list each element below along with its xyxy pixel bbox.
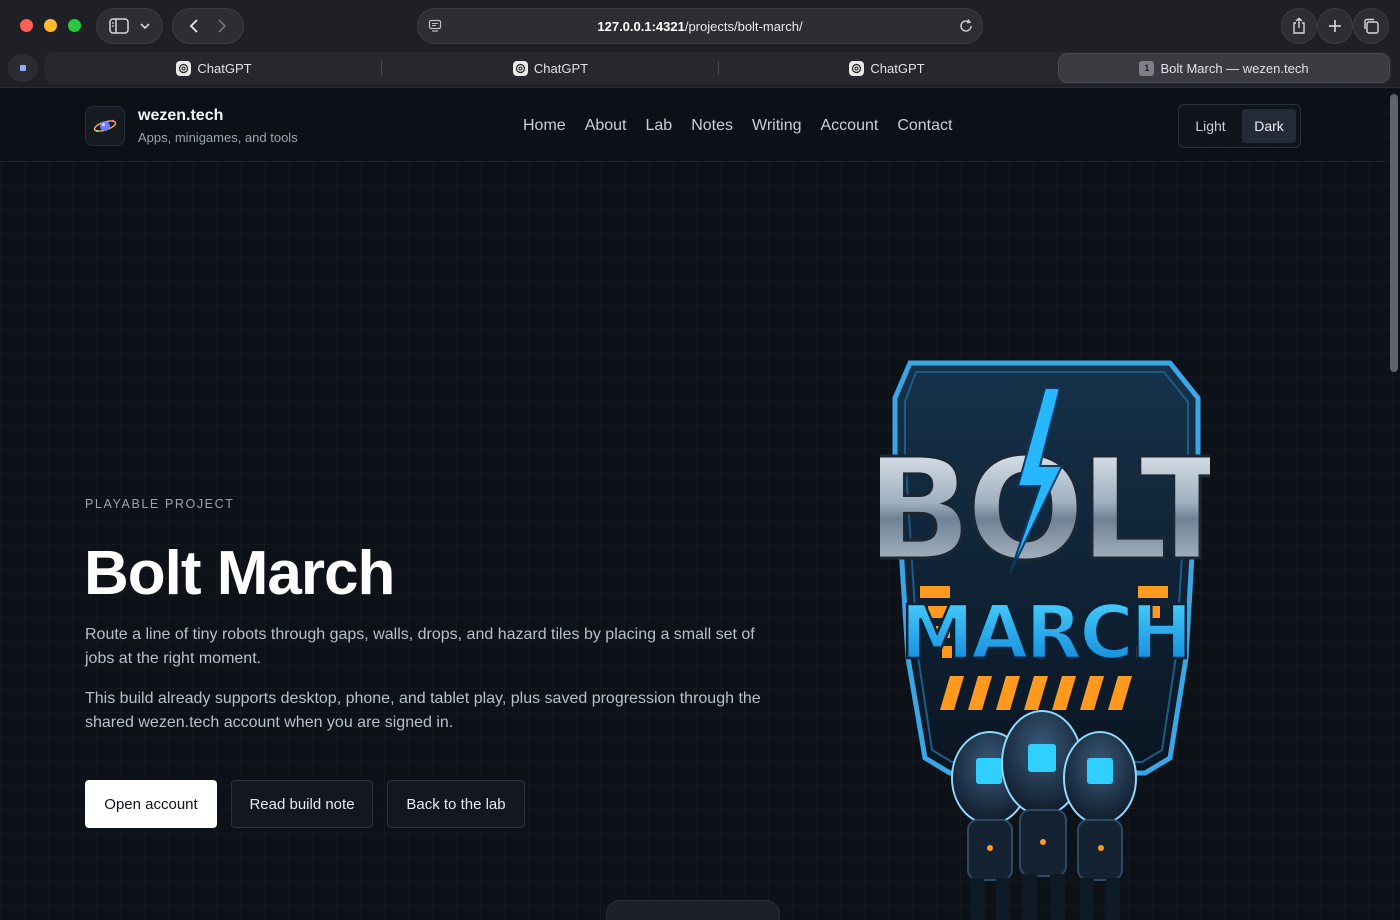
nav-account[interactable]: Account bbox=[821, 117, 879, 135]
page-viewport: wezen.tech Apps, minigames, and tools Ho… bbox=[0, 88, 1400, 920]
nav-contact[interactable]: Contact bbox=[897, 117, 952, 135]
chatgpt-icon bbox=[176, 60, 192, 76]
tab-label: ChatGPT bbox=[533, 60, 589, 76]
share-icon bbox=[1293, 17, 1305, 34]
window-controls bbox=[20, 19, 81, 32]
open-account-button[interactable]: Open account bbox=[85, 780, 217, 828]
brand-tagline: Apps, minigames, and tools bbox=[138, 130, 298, 145]
nav-writing[interactable]: Writing bbox=[752, 117, 802, 135]
new-tab-button[interactable] bbox=[1317, 8, 1353, 44]
tab-label: ChatGPT bbox=[197, 60, 252, 76]
minimize-window-button[interactable] bbox=[44, 19, 57, 32]
pinned-tab[interactable] bbox=[8, 54, 38, 82]
chatgpt-icon bbox=[512, 60, 528, 76]
tab-chatgpt-3[interactable]: ChatGPT bbox=[719, 52, 1055, 84]
nav-lab[interactable]: Lab bbox=[646, 117, 673, 135]
bolt-march-key-art: BOLT MARCH bbox=[880, 360, 1210, 920]
logo-bolt-text: BOLT bbox=[880, 429, 1210, 592]
tab-chatgpt-1[interactable]: ChatGPT bbox=[46, 52, 382, 84]
browser-chrome: 127.0.0.1:4321/projects/bolt-march/ Chat… bbox=[0, 0, 1400, 88]
tab-label: Bolt March — wezen.tech bbox=[1160, 60, 1309, 76]
url-text: 127.0.0.1:4321/projects/bolt-march/ bbox=[418, 19, 982, 34]
hero-title: Bolt March bbox=[84, 539, 395, 608]
tab-chatgpt-2[interactable]: ChatGPT bbox=[382, 52, 719, 84]
brand-logo[interactable] bbox=[85, 106, 125, 146]
tab-overview-icon bbox=[1364, 18, 1379, 34]
theme-toggle: Light Dark bbox=[1178, 104, 1301, 148]
read-build-note-button[interactable]: Read build note bbox=[231, 780, 373, 828]
close-window-button[interactable] bbox=[20, 19, 33, 32]
theme-dark-button[interactable]: Dark bbox=[1241, 109, 1296, 143]
chevron-down-icon[interactable] bbox=[140, 22, 150, 30]
robot-right bbox=[1063, 731, 1137, 920]
forward-icon[interactable] bbox=[216, 18, 228, 34]
logo-march-text: MARCH bbox=[900, 590, 1189, 676]
history-nav-group bbox=[172, 8, 244, 44]
nav-home[interactable]: Home bbox=[523, 117, 566, 135]
hero-description: Route a line of tiny robots through gaps… bbox=[85, 626, 755, 667]
hero-build-info: This build already supports desktop, pho… bbox=[85, 690, 761, 731]
back-to-lab-button[interactable]: Back to the lab bbox=[387, 780, 525, 828]
url-path: /projects/bolt-march/ bbox=[684, 18, 803, 34]
chatgpt-icon bbox=[849, 60, 865, 76]
main-nav: Home About Lab Notes Writing Account Con… bbox=[523, 117, 971, 135]
share-button[interactable] bbox=[1281, 8, 1317, 44]
sidebar-icon[interactable] bbox=[108, 18, 129, 34]
back-icon[interactable] bbox=[188, 18, 200, 34]
theme-light-button[interactable]: Light bbox=[1183, 109, 1238, 143]
planet-logo-icon bbox=[93, 119, 117, 132]
reload-icon[interactable] bbox=[958, 18, 974, 34]
tab-overview-button[interactable] bbox=[1353, 8, 1389, 44]
plus-icon bbox=[1329, 20, 1341, 32]
robot-center bbox=[1001, 710, 1083, 920]
brand-name[interactable]: wezen.tech bbox=[138, 107, 223, 125]
hero-eyebrow: PLAYABLE PROJECT bbox=[85, 497, 235, 511]
tab-bolt-march[interactable]: 1 Bolt March — wezen.tech bbox=[1058, 53, 1390, 83]
tab-bar: ChatGPT ChatGPT ChatGPT 1 Bolt March — w… bbox=[0, 52, 1400, 84]
nav-notes[interactable]: Notes bbox=[691, 117, 733, 135]
nav-about[interactable]: About bbox=[585, 117, 627, 135]
tab-index-badge: 1 bbox=[1139, 60, 1155, 76]
tab-label: ChatGPT bbox=[870, 60, 925, 76]
pinned-tab-icon bbox=[20, 65, 26, 71]
address-bar[interactable]: 127.0.0.1:4321/projects/bolt-march/ bbox=[417, 8, 983, 44]
url-host: 127.0.0.1:4321 bbox=[597, 18, 685, 34]
floating-toolbar[interactable] bbox=[606, 900, 780, 920]
site-header: wezen.tech Apps, minigames, and tools Ho… bbox=[0, 88, 1384, 162]
zoom-window-button[interactable] bbox=[68, 19, 81, 32]
sidebar-toggle-group[interactable] bbox=[96, 8, 163, 44]
page-scrollbar[interactable] bbox=[1390, 94, 1398, 372]
